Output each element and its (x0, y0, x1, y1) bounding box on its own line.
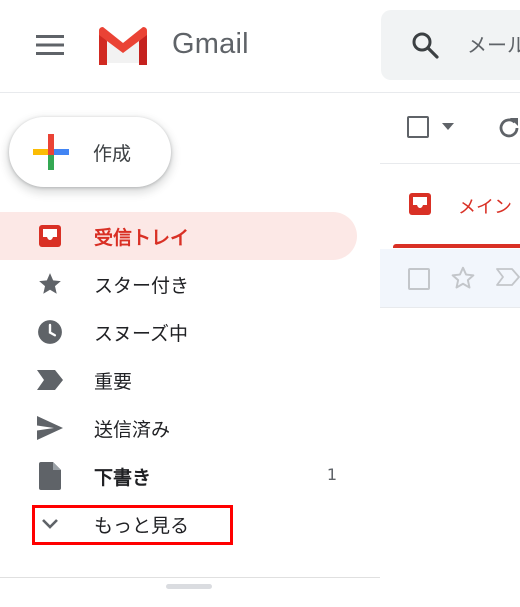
sidebar-item-starred[interactable]: スター付き (0, 260, 357, 308)
search-input[interactable] (467, 26, 520, 64)
app-name: Gmail (172, 28, 249, 60)
top-bar: Gmail (0, 0, 520, 93)
drafts-count-badge: 1 (326, 465, 337, 484)
sidebar-item-important[interactable]: 重要 (0, 356, 357, 404)
draft-icon (36, 462, 64, 490)
sidebar-item-label: 重要 (94, 371, 133, 393)
search-icon[interactable] (411, 31, 439, 59)
sidebar-item-label: もっと見る (94, 515, 190, 537)
sidebar: 作成 受信トレイ スター付き スヌーズ中 重要 送信済み 下書き 1 もっと見る (0, 93, 380, 607)
table-row[interactable] (380, 249, 520, 308)
sidebar-item-label: スター付き (94, 275, 190, 297)
inbox-icon (36, 224, 64, 248)
mail-toolbar (380, 93, 520, 164)
sidebar-item-label: 下書き (94, 467, 152, 489)
compose-plus-icon (33, 134, 69, 170)
sidebar-item-drafts[interactable]: 下書き 1 (0, 452, 357, 500)
sidebar-item-label: 送信済み (94, 419, 171, 441)
star-outline-icon[interactable] (450, 265, 476, 291)
tab-label: メイン (458, 197, 512, 218)
sidebar-item-more[interactable]: もっと見る (0, 500, 357, 548)
search-bar[interactable] (381, 10, 520, 80)
sidebar-divider (0, 577, 380, 578)
clock-icon (36, 320, 64, 344)
gmail-logo[interactable] (95, 25, 151, 71)
caret-down-icon[interactable] (442, 123, 454, 130)
hamburger-menu-icon (36, 35, 64, 55)
important-outline-icon[interactable] (496, 268, 520, 286)
mail-list-pane: メイン (380, 93, 520, 607)
row-checkbox[interactable] (408, 268, 430, 290)
tab-primary[interactable]: メイン (393, 164, 520, 249)
compose-label: 作成 (93, 143, 132, 165)
gmail-m-logo-icon (99, 27, 147, 65)
star-icon (36, 272, 64, 296)
compose-button[interactable]: 作成 (9, 117, 171, 187)
chevron-down-icon (36, 512, 64, 536)
sidebar-resize-handle[interactable] (166, 584, 212, 589)
sidebar-item-sent[interactable]: 送信済み (0, 404, 357, 452)
send-icon (36, 416, 64, 440)
select-all-checkbox[interactable] (407, 116, 429, 138)
inbox-icon (409, 193, 431, 215)
sidebar-item-label: 受信トレイ (94, 227, 190, 249)
sidebar-item-snoozed[interactable]: スヌーズ中 (0, 308, 357, 356)
sidebar-item-inbox[interactable]: 受信トレイ (0, 212, 357, 260)
active-tab-indicator (393, 244, 520, 248)
label-important-icon (36, 368, 64, 392)
refresh-icon[interactable] (496, 115, 520, 141)
main-menu-button[interactable] (26, 21, 74, 69)
sidebar-item-label: スヌーズ中 (94, 323, 189, 345)
